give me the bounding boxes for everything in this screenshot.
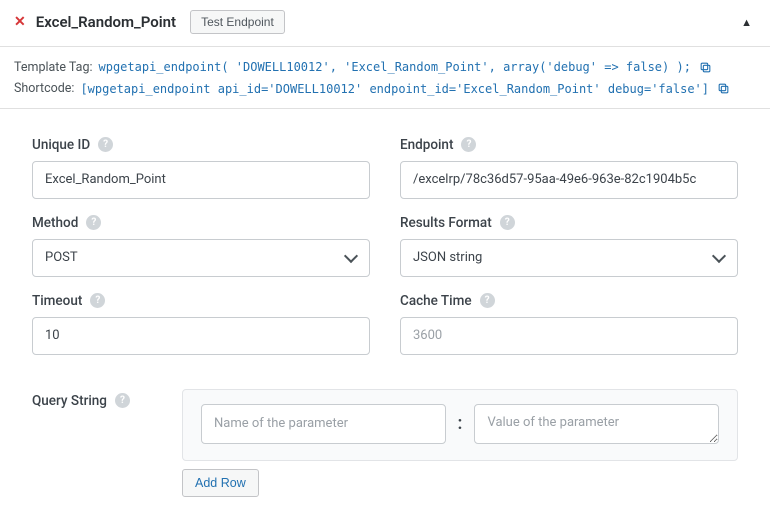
help-icon[interactable]: ? [90,293,105,308]
help-icon[interactable]: ? [115,393,130,408]
cache-time-label: Cache Time [400,293,472,309]
copy-icon[interactable] [717,82,730,95]
endpoint-header: ✕ Excel_Random_Point Test Endpoint ▲ [0,0,770,46]
form-area: Unique ID ? Endpoint ? Method ? POST [0,109,770,507]
field-timeout: Timeout ? [32,293,370,355]
unique-id-input[interactable] [32,161,370,199]
code-snippets: Template Tag: wpgetapi_endpoint( 'DOWELL… [0,47,770,108]
field-method: Method ? POST [32,215,370,277]
help-icon[interactable]: ? [98,137,113,152]
help-icon[interactable]: ? [480,293,495,308]
shortcode-label: Shortcode: [14,78,74,99]
template-tag-label: Template Tag: [14,57,93,78]
results-format-select[interactable]: JSON string [400,239,738,277]
shortcode-code: [wpgetapi_endpoint api_id='DOWELL10012' … [80,79,709,99]
field-cache-time: Cache Time ? [400,293,738,355]
help-icon[interactable]: ? [461,137,476,152]
endpoint-label: Endpoint [400,137,453,153]
query-string-section: Query String ? : Add Row [32,389,738,497]
timeout-label: Timeout [32,293,82,309]
collapse-icon[interactable]: ▲ [741,16,752,29]
copy-icon[interactable] [699,61,712,74]
cache-time-input[interactable] [400,317,738,355]
endpoint-title: Excel_Random_Point [36,13,176,31]
unique-id-label: Unique ID [32,137,90,153]
param-value-input[interactable] [474,404,719,444]
close-icon[interactable]: ✕ [14,14,26,30]
test-endpoint-button[interactable]: Test Endpoint [190,10,285,34]
query-string-label: Query String [32,393,107,409]
results-format-label: Results Format [400,215,492,231]
add-row-button[interactable]: Add Row [182,469,259,497]
method-label: Method [32,215,78,231]
field-unique-id: Unique ID ? [32,137,370,199]
help-icon[interactable]: ? [86,215,101,230]
field-results-format: Results Format ? JSON string [400,215,738,277]
template-tag-code: wpgetapi_endpoint( 'DOWELL10012', 'Excel… [99,57,691,77]
help-icon[interactable]: ? [500,215,515,230]
query-string-row: : [182,389,738,461]
endpoint-input[interactable] [400,161,738,199]
timeout-input[interactable] [32,317,370,355]
method-select[interactable]: POST [32,239,370,277]
field-endpoint: Endpoint ? [400,137,738,199]
colon-separator: : [458,413,463,434]
param-name-input[interactable] [201,404,446,444]
